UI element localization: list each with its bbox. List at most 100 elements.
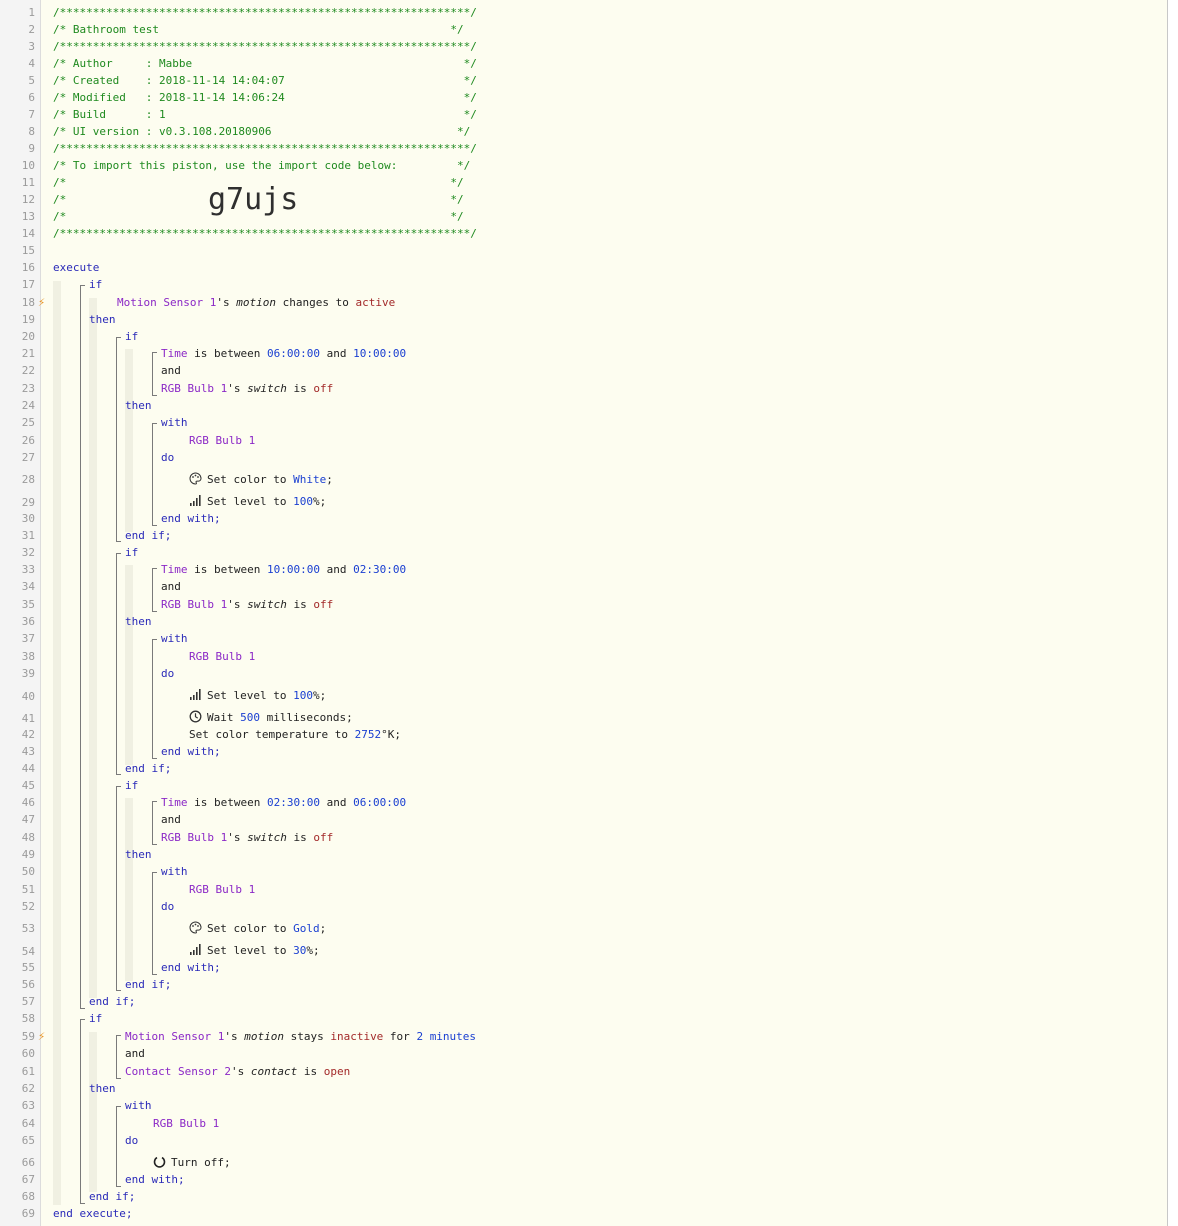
action-wait[interactable]: Wait 500 milliseconds; [189, 710, 353, 724]
power-icon [153, 1156, 166, 1168]
op-and: and [319, 796, 354, 809]
kw-with[interactable]: with [125, 1099, 152, 1112]
possessive: 's [227, 831, 248, 844]
state-open: open [323, 1065, 351, 1078]
line-number: 49 [21, 848, 35, 861]
line-number: 59 [21, 1030, 35, 1043]
indent-guide [89, 1032, 97, 1192]
kw-if[interactable]: if [89, 1012, 102, 1025]
op-for: for [383, 1030, 417, 1043]
kw-with[interactable]: with [161, 416, 188, 429]
op-between: is between [187, 796, 267, 809]
action-turn-off[interactable]: Turn off; [153, 1155, 231, 1169]
percent: %; [312, 689, 327, 702]
line-number: 55 [21, 961, 35, 974]
device-motion-sensor-1: Motion Sensor 1 [125, 1030, 225, 1043]
kw-if[interactable]: if [125, 779, 138, 792]
line-number: 57 [21, 995, 35, 1008]
action-set-level[interactable]: Set level to 100%; [189, 688, 326, 702]
time-value: 02:30:00 [266, 796, 320, 809]
block-bracket [152, 352, 157, 396]
condition-time-between[interactable]: Time is between 02:30:00 and 06:00:00 [161, 796, 406, 809]
action-set-color[interactable]: Set color to White; [189, 472, 333, 486]
op-is: is [286, 831, 314, 844]
line-number: 1 [28, 6, 35, 19]
condition-switch-off[interactable]: RGB Bulb 1's switch is off [161, 831, 333, 844]
op-changes-to: changes to [275, 296, 356, 309]
condition-motion-active[interactable]: Motion Sensor 1's motion changes to acti… [117, 296, 395, 309]
action-set-color[interactable]: Set color to Gold; [189, 921, 326, 935]
block-bracket [152, 423, 157, 526]
condition-switch-off[interactable]: RGB Bulb 1's switch is off [161, 598, 333, 611]
block-bracket [80, 1019, 85, 1204]
line-number: 66 [21, 1156, 35, 1169]
condition-time-between[interactable]: Time is between 06:00:00 and 10:00:00 [161, 347, 406, 360]
kw-and: and [161, 364, 181, 377]
possessive: 's [224, 1030, 245, 1043]
kw-and: and [161, 813, 181, 826]
op-between: is between [187, 563, 267, 576]
percent: %; [312, 495, 327, 508]
action-set-color-temperature[interactable]: Set color temperature to 2752°K; [189, 728, 401, 741]
kw-end-if: end if; [89, 1190, 136, 1203]
op-stays: stays [283, 1030, 331, 1043]
line-number: 14 [21, 227, 35, 240]
condition-motion-stays-inactive[interactable]: Motion Sensor 1's motion stays inactive … [125, 1030, 476, 1043]
line-number: 7 [28, 108, 35, 121]
indent-guide [125, 798, 133, 981]
trigger-bolt-icon: ⚡ [38, 1029, 46, 1043]
kw-with[interactable]: with [161, 632, 188, 645]
action-text: Set level to [207, 495, 294, 508]
block-bracket [152, 801, 157, 845]
line-number: 51 [21, 883, 35, 896]
device-rgb-bulb-1: RGB Bulb 1 [161, 382, 228, 395]
condition-switch-off[interactable]: RGB Bulb 1's switch is off [161, 382, 333, 395]
palette-icon [189, 472, 202, 485]
possessive: 's [230, 1065, 251, 1078]
block-bracket [116, 1106, 121, 1187]
action-set-level[interactable]: Set level to 30%; [189, 943, 320, 957]
line-number: 3 [28, 40, 35, 53]
attr-contact: contact [250, 1065, 298, 1078]
kw-if[interactable]: if [125, 546, 138, 559]
line-number: 63 [21, 1099, 35, 1112]
kw-if[interactable]: if [125, 330, 138, 343]
block-bracket [152, 639, 157, 759]
condition-contact-open[interactable]: Contact Sensor 2's contact is open [125, 1065, 350, 1078]
line-number: 11 [21, 176, 35, 189]
header-rule: /***************************************… [53, 142, 477, 155]
line-number: 31 [21, 529, 35, 542]
action-set-level[interactable]: Set level to 100%; [189, 494, 326, 508]
device-rgb-bulb-1: RGB Bulb 1 [161, 598, 228, 611]
op-between: is between [187, 347, 267, 360]
line-number: 39 [21, 667, 35, 680]
line-number: 42 [21, 728, 35, 741]
code-editor[interactable]: ⚡ ⚡ 1 2 3 4 5 6 7 8 9 10 11 12 13 14 15 16 17 18 19 20 21 22 2… [0, 0, 1168, 1226]
duration-value: 2 [416, 1030, 424, 1043]
import-code[interactable]: g7ujs [208, 183, 298, 217]
level-value: 100 [293, 495, 313, 508]
line-number: 45 [21, 779, 35, 792]
device-rgb-bulb-1: RGB Bulb 1 [189, 434, 256, 447]
line-number: 15 [21, 244, 35, 257]
block-bracket [152, 872, 157, 975]
device-time: Time [161, 347, 188, 360]
line-number: 21 [21, 347, 35, 360]
kw-if[interactable]: if [89, 278, 102, 291]
line-number: 13 [21, 210, 35, 223]
device-motion-sensor-1: Motion Sensor 1 [117, 296, 217, 309]
line-number: 62 [21, 1082, 35, 1095]
line-number: 37 [21, 632, 35, 645]
kw-with[interactable]: with [161, 865, 188, 878]
kw-end-with: end with; [161, 745, 221, 758]
line-number: 8 [28, 125, 35, 138]
condition-time-between[interactable]: Time is between 10:00:00 and 02:30:00 [161, 563, 406, 576]
device-time: Time [161, 563, 188, 576]
action-text: Set color temperature to [189, 728, 355, 741]
line-number: 12 [21, 193, 35, 206]
line-number: 38 [21, 650, 35, 663]
line-number: 35 [21, 598, 35, 611]
kw-execute: execute [53, 261, 100, 274]
state-off: off [313, 831, 334, 844]
attr-motion: motion [236, 296, 276, 309]
